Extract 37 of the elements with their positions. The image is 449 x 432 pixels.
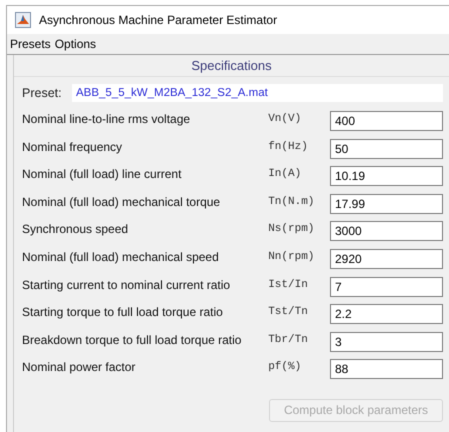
- symbol-label: In(A): [268, 167, 302, 180]
- input-field[interactable]: 50: [330, 138, 443, 159]
- input-field[interactable]: 7: [330, 276, 443, 297]
- symbol-label: Vn(V): [268, 112, 302, 125]
- symbol-label: fn(Hz): [268, 140, 309, 153]
- input-field[interactable]: 2.2: [330, 304, 443, 324]
- panel-title: Specifications: [14, 55, 449, 77]
- field-label: Nominal frequency: [22, 138, 124, 154]
- field-label: Nominal power factor: [22, 359, 136, 374]
- field-label: Nominal (full load) mechanical speed: [22, 248, 220, 264]
- input-field[interactable]: 88: [330, 359, 443, 380]
- input-field[interactable]: 17.99: [330, 194, 443, 214]
- field-label: Synchronous speed: [22, 221, 130, 236]
- input-field[interactable]: 400: [330, 111, 443, 131]
- symbol-label: Ns(rpm): [268, 222, 316, 236]
- input-field[interactable]: 2920: [330, 248, 443, 269]
- app-logo-icon: [15, 12, 31, 28]
- symbol-label: Nn(rpm): [268, 250, 316, 263]
- field-label: Breakdown torque to full load torque ratio: [22, 332, 242, 347]
- menu-item[interactable]: Presets: [10, 37, 51, 51]
- symbol-label: Tbr/Tn: [268, 332, 309, 346]
- preset-value: ABB_5_5_kW_M2BA_132_S2_A.mat: [72, 84, 443, 102]
- preset-label: Preset:: [22, 86, 63, 100]
- field-label: Starting current to nominal current ratio: [22, 276, 232, 292]
- field-label: Nominal line-to-line rms voltage: [22, 111, 192, 126]
- window-title: Asynchronous Machine Parameter Estimator: [39, 13, 278, 27]
- input-field[interactable]: 3: [330, 332, 443, 352]
- symbol-label: Ist/In: [268, 278, 309, 291]
- symbol-label: Tn(N.m): [268, 194, 316, 208]
- menu-item[interactable]: Options: [54, 37, 96, 51]
- field-label: Nominal (full load) line current: [22, 166, 182, 182]
- symbol-label: Tst/Tn: [268, 305, 309, 318]
- symbol-label: pf(%): [268, 360, 302, 374]
- input-field[interactable]: 10.19: [330, 166, 443, 186]
- input-field[interactable]: 3000: [330, 221, 443, 242]
- field-label: Nominal (full load) mechanical torque: [22, 194, 222, 209]
- field-label: Starting torque to full load torque ratio: [22, 304, 224, 320]
